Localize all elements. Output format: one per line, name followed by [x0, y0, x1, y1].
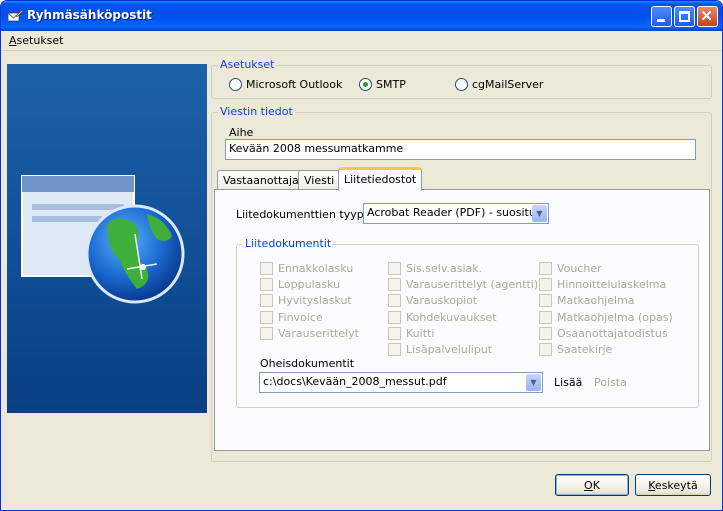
other-documents-label: Oheisdokumentit: [260, 357, 355, 370]
attachment-type-label: Liitedokumenttien tyyppi: [236, 208, 374, 221]
checkbox-matkaohjelma-opas[interactable]: Matkaohjelma (opas): [539, 311, 673, 324]
window-title: Ryhmäsähköpostit: [27, 8, 152, 22]
checkbox-icon: [388, 343, 401, 356]
checkbox-kuitti[interactable]: Kuitti: [388, 327, 434, 340]
add-link[interactable]: Lisää: [554, 376, 582, 389]
checkbox-label: Voucher: [557, 262, 602, 275]
globe-window-icon: [21, 175, 185, 304]
radio-label: SMTP: [376, 78, 406, 91]
checkbox-label: Varauserittelyt (agentti): [406, 278, 539, 291]
attachment-type-value: Acrobat Reader (PDF) - suositus: [367, 206, 542, 219]
checkbox-label: Varauserittelyt: [278, 327, 359, 340]
checkbox-voucher[interactable]: Voucher: [539, 262, 602, 275]
checkbox-icon: [539, 311, 552, 324]
chevron-down-icon: ▼: [526, 374, 541, 391]
checkbox-hyvityslaskut[interactable]: Hyvityslaskut: [260, 294, 352, 307]
checkbox-varauserittelyt[interactable]: Varauserittelyt: [260, 327, 359, 340]
settings-legend: Asetukset: [218, 58, 277, 71]
subject-input[interactable]: Kevään 2008 messumatkamme: [225, 139, 696, 160]
chevron-down-icon: ▼: [532, 205, 547, 222]
radio-label: Microsoft Outlook: [246, 78, 343, 91]
checkbox-loppulasku[interactable]: Loppulasku: [260, 278, 340, 291]
checkbox-icon: [388, 262, 401, 275]
envelope-pencil-icon: [7, 9, 23, 22]
checkbox-icon: [388, 278, 401, 291]
title-bar[interactable]: Ryhmäsähköpostit: [1, 1, 722, 31]
checkbox-icon: [260, 262, 273, 275]
checkbox-label: Hyvityslaskut: [278, 294, 352, 307]
subject-label: Aihe: [229, 126, 254, 139]
radio-icon: [455, 78, 468, 91]
checkbox-sis-selv-asiak[interactable]: Sis.selv.asiak.: [388, 262, 482, 275]
close-icon: [701, 10, 712, 21]
checkbox-label: Osaanottajatodistus: [557, 327, 668, 340]
radio-cgmailserver[interactable]: cgMailServer: [455, 78, 543, 91]
checkbox-ennakkolasku[interactable]: Ennakkolasku: [260, 262, 353, 275]
checkbox-icon: [388, 311, 401, 324]
minimize-button[interactable]: [651, 6, 672, 27]
menu-asetukset[interactable]: Asetukset: [9, 34, 64, 47]
checkbox-label: Sis.selv.asiak.: [406, 262, 483, 275]
checkbox-varauserittelyt-agentti[interactable]: Varauserittelyt (agentti): [388, 278, 538, 291]
checkbox-label: Lisäpalveluliput: [406, 343, 493, 356]
checkbox-finvoice[interactable]: Finvoice: [260, 311, 323, 324]
message-legend: Viestin tiedot: [218, 105, 295, 118]
checkbox-label: Hinnoittelulaskelma: [557, 278, 667, 291]
minimize-icon: [657, 19, 665, 22]
other-documents-value: c:\docs\Kevään_2008_messut.pdf: [263, 375, 447, 388]
remove-link[interactable]: Poista: [594, 376, 627, 389]
attachment-type-select[interactable]: Acrobat Reader (PDF) - suositus ▼: [363, 203, 549, 224]
radio-microsoft-outlook[interactable]: Microsoft Outlook: [229, 78, 342, 91]
checkbox-icon: [388, 327, 401, 340]
tab-liitetiedostot[interactable]: Liitetiedostot: [338, 167, 423, 191]
checkbox-label: Saatekirje: [557, 343, 613, 356]
tab-viesti[interactable]: Viesti: [298, 170, 341, 190]
maximize-icon: [679, 11, 690, 22]
radio-label: cgMailServer: [472, 78, 544, 91]
checkbox-icon: [539, 294, 552, 307]
radio-selected-icon: [359, 78, 372, 91]
other-documents-select[interactable]: c:\docs\Kevään_2008_messut.pdf ▼: [259, 372, 543, 393]
menu-bar: Asetukset: [1, 31, 722, 51]
checkbox-label: Ennakkolasku: [278, 262, 354, 275]
checkbox-icon: [260, 311, 273, 324]
checkbox-label: Matkaohjelma (opas): [557, 311, 673, 324]
tab-vastaanottajat[interactable]: Vastaanottajat: [217, 170, 310, 190]
checkbox-icon: [260, 294, 273, 307]
checkbox-hinnoittelulaskelma[interactable]: Hinnoittelulaskelma: [539, 278, 666, 291]
checkbox-icon: [260, 327, 273, 340]
maximize-button[interactable]: [674, 6, 695, 27]
checkbox-label: Finvoice: [278, 311, 323, 324]
checkbox-label: Varauskopiot: [406, 294, 478, 307]
checkbox-label: Loppulasku: [278, 278, 341, 291]
checkbox-varauskopiot[interactable]: Varauskopiot: [388, 294, 477, 307]
checkbox-icon: [539, 327, 552, 340]
close-button[interactable]: [697, 6, 718, 27]
cancel-label: Keskeytä: [648, 478, 698, 492]
radio-icon: [229, 78, 242, 91]
banner-image: [7, 64, 207, 413]
ok-label: OK: [584, 478, 600, 492]
checkbox-kohdekuvaukset[interactable]: Kohdekuvaukset: [388, 311, 497, 324]
checkbox-icon: [260, 278, 273, 291]
checkbox-label: Kohdekuvaukset: [406, 311, 497, 324]
checkbox-lisapalveluliput[interactable]: Lisäpalveluliput: [388, 343, 492, 356]
radio-smtp[interactable]: SMTP: [359, 78, 406, 91]
checkbox-icon: [388, 294, 401, 307]
checkbox-label: Matkaohjelma: [557, 294, 635, 307]
checkbox-icon: [539, 278, 552, 291]
documents-legend: Liitedokumentit: [243, 237, 334, 250]
checkbox-osaanottajatodistus[interactable]: Osaanottajatodistus: [539, 327, 668, 340]
checkbox-saatekirje[interactable]: Saatekirje: [539, 343, 612, 356]
checkbox-icon: [539, 262, 552, 275]
checkbox-label: Kuitti: [406, 327, 435, 340]
dialog-window: Ryhmäsähköpostit Asetukset Asetukset Mic…: [0, 0, 723, 511]
ok-button[interactable]: OK: [555, 474, 629, 496]
checkbox-icon: [539, 343, 552, 356]
cancel-button[interactable]: Keskeytä: [635, 474, 711, 496]
checkbox-matkaohjelma[interactable]: Matkaohjelma: [539, 294, 635, 307]
